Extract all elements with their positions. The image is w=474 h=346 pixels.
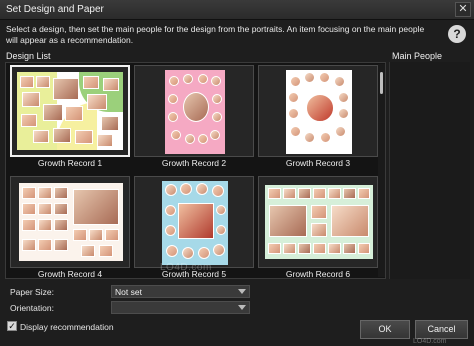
checkmark-icon: ✓ xyxy=(8,321,16,331)
design-thumbnail xyxy=(17,72,123,150)
paper-size-select[interactable]: Not set xyxy=(111,285,250,298)
main-people-label: Main People xyxy=(392,51,443,61)
scrollbar-thumb[interactable] xyxy=(380,72,383,94)
design-tile-growth-record-4[interactable]: Growth Record 4 xyxy=(10,176,130,286)
design-thumbnail-frame xyxy=(10,65,130,157)
cancel-button[interactable]: Cancel xyxy=(415,320,468,339)
chevron-down-icon xyxy=(238,305,246,310)
design-thumbnail xyxy=(286,70,352,154)
design-thumbnail-frame xyxy=(134,65,254,157)
main-people-panel[interactable] xyxy=(389,62,470,279)
instructions-text: Select a design, then set the main peopl… xyxy=(6,24,425,45)
design-caption: Growth Record 1 xyxy=(37,158,103,168)
watermark-small: LO4D.com xyxy=(413,338,447,345)
design-thumbnail xyxy=(165,70,225,154)
design-tile-growth-record-6[interactable]: Growth Record 6 xyxy=(258,176,378,286)
help-icon[interactable]: ? xyxy=(448,25,466,43)
design-caption: Growth Record 2 xyxy=(161,158,227,168)
design-thumbnail xyxy=(19,183,123,261)
design-caption: Growth Record 3 xyxy=(285,158,351,168)
display-recommendation-checkbox[interactable]: ✓ xyxy=(7,321,17,331)
paper-size-value: Not set xyxy=(115,287,142,297)
paper-size-label: Paper Size: xyxy=(10,287,54,297)
watermark: LO4D.com xyxy=(160,262,212,273)
design-list-scrollbar[interactable] xyxy=(378,64,385,277)
display-recommendation-label: Display recommendation xyxy=(20,322,114,332)
design-thumbnail-frame xyxy=(134,176,254,268)
design-list-label: Design List xyxy=(6,51,51,61)
orientation-select[interactable] xyxy=(111,301,250,314)
design-caption: Growth Record 6 xyxy=(285,269,351,279)
title-bar: Set Design and Paper ✕ xyxy=(0,0,474,20)
design-thumbnail-frame xyxy=(258,65,378,157)
design-thumbnail xyxy=(162,181,228,265)
design-caption: Growth Record 4 xyxy=(37,269,103,279)
design-tile-growth-record-3[interactable]: Growth Record 3 xyxy=(258,65,378,175)
design-thumbnail-frame xyxy=(258,176,378,268)
orientation-label: Orientation: xyxy=(10,303,54,313)
design-thumbnail xyxy=(265,185,373,259)
design-tile-growth-record-1[interactable]: Growth Record 1 xyxy=(10,65,130,175)
close-icon[interactable]: ✕ xyxy=(455,2,471,17)
design-tile-growth-record-2[interactable]: Growth Record 2 xyxy=(134,65,254,175)
ok-button[interactable]: OK xyxy=(360,320,410,339)
design-thumbnail-frame xyxy=(10,176,130,268)
chevron-down-icon xyxy=(238,289,246,294)
window-title: Set Design and Paper xyxy=(6,4,104,15)
